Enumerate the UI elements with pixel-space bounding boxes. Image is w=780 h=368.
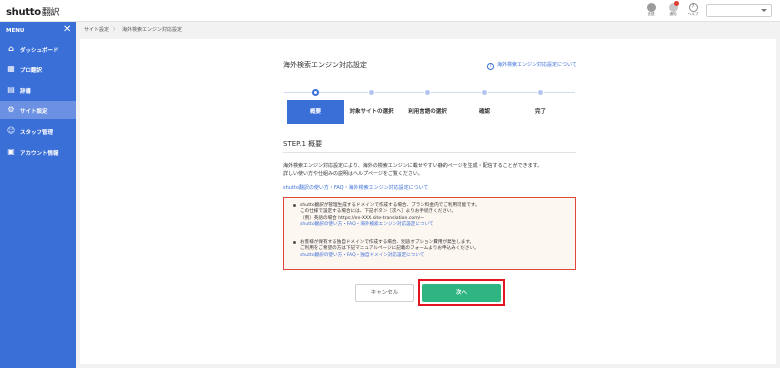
notice-box: shutto翻訳が管理生成するドメインで作成する場合、プラン料金内でご利用可能で… [283,197,576,270]
dictionary-icon: ▤ [7,85,15,94]
help-label: ヘルプ [687,12,699,16]
account-select[interactable] [706,4,772,17]
step-dot-3 [424,89,431,96]
step-dot-5 [537,89,544,96]
sidebar-header: MENU ✕ [0,22,76,40]
bullet-icon [293,204,296,207]
sidebar-item-label: アカウント情報 [20,151,59,157]
notice-text: この仕様で設定する場合には、下記ボタン［次へ］よりお手続きください。 [300,209,457,215]
notice-link-seo-settings[interactable]: shutto翻訳の使い方・FAQ・海外検索エンジン対応設定について [300,222,480,228]
menu-label: MENU [6,28,25,34]
breadcrumb: サイト設定〉海外検索エンジン対応設定 [84,26,182,33]
step-heading: STEP.1 概要 [283,140,323,148]
logo-text: shutto [6,7,41,18]
logo-suffix: 翻訳 [41,8,60,18]
sidebar-item-staff[interactable]: ☺ スタッフ管理 [0,122,76,140]
bell-icon [668,1,679,12]
globe-icon [646,3,656,12]
description-line-1: 海外検索エンジン対応設定により、海外の検索エンジンに載せやすい静的ページを生成・… [283,163,543,169]
sidebar-item-dashboard[interactable]: ⌂ ダッシュボード [0,40,76,58]
breadcrumb-current: 海外検索エンジン対応設定 [122,27,183,33]
notice-item-custom-domain: お客様が保有する独自ドメインで作成する場合、別途オプション費用が発生します。 ご… [293,240,479,259]
chevron-down-icon [761,9,767,12]
next-button[interactable]: 次へ [422,284,501,302]
help-button[interactable]: ? ヘルプ [686,3,700,17]
sidebar-item-label: ダッシュボード [20,48,59,54]
description-line-2: 詳しい使い方や仕組みの説明はヘルプページをご覧ください。 [283,171,423,177]
bullet-icon [293,241,296,244]
sidebar-item-site-settings[interactable]: ⚙ サイト設定 [0,101,76,119]
top-bar: shutto翻訳 言語 通知 ? ヘルプ [0,0,780,22]
sidebar-item-label: スタッフ管理 [20,130,54,136]
help-link[interactable]: ? 海外検索エンジン対応設定について [487,61,577,70]
notice-link-custom-domain[interactable]: shutto翻訳の使い方・FAQ・独自ドメイン対応設定について [300,253,479,259]
dashboard-icon: ⌂ [8,44,14,53]
step-dot-1 [312,89,319,96]
help-icon: ? [688,3,698,12]
pro-translation-icon: ▦ [7,64,15,73]
language-button[interactable]: 言語 [644,3,658,17]
sidebar-item-label: サイト設定 [20,109,48,115]
question-icon: ? [487,63,494,70]
account-icon: ▣ [7,147,15,156]
sidebar-item-pro-translation[interactable]: ▦ プロ翻訳 [0,60,76,78]
faq-link[interactable]: shutto翻訳の使い方・FAQ・海外検索エンジン対応設定について [283,184,428,191]
notification-button[interactable]: 通知 [666,1,680,17]
notification-label: 通知 [669,12,677,16]
notice-text: ご利用をご希望の方は下記マニュアルページに記載のフォームよりお申込みください。 [300,246,479,252]
step-dot-2 [368,89,375,96]
step-dot-4 [481,89,488,96]
staff-icon: ☺ [6,126,16,135]
main-panel: 海外検索エンジン対応設定 ? 海外検索エンジン対応設定について 概要 対象サイトの… [80,39,776,364]
close-icon[interactable]: ✕ [63,24,71,35]
step-select-language: 利用言語の選択 [408,109,447,115]
sidebar-item-account[interactable]: ▣ アカウント情報 [0,143,76,161]
help-link-label: 海外検索エンジン対応設定について [497,62,577,68]
notification-badge [673,1,679,6]
step-description: 海外検索エンジン対応設定により、海外の検索エンジンに載せやすい静的ページを生成・… [283,162,542,178]
step-select-site: 対象サイトの選択 [349,109,394,115]
sidebar-item-label: プロ翻訳 [20,68,43,74]
app-logo[interactable]: shutto翻訳 [6,5,60,18]
sidebar: MENU ✕ ⌂ ダッシュボード ▦ プロ翻訳 ▤ 辞書 ⚙ サイト設定 ☺ ス… [0,22,76,368]
breadcrumb-separator: 〉 [113,27,119,33]
step-overview: 概要 [287,100,344,124]
cancel-button[interactable]: キャンセル [355,284,414,302]
step-confirm: 確認 [478,109,490,115]
divider [283,152,576,153]
sidebar-item-dictionary[interactable]: ▤ 辞書 [0,81,76,99]
notice-item-managed-domain: shutto翻訳が管理生成するドメインで作成する場合、プラン料金内でご利用可能で… [293,203,480,229]
sidebar-item-label: 辞書 [20,89,32,95]
gear-icon: ⚙ [7,105,15,114]
page-title: 海外検索エンジン対応設定 [283,61,367,69]
language-label: 言語 [647,12,655,16]
step-complete: 完了 [534,109,546,115]
breadcrumb-parent[interactable]: サイト設定 [84,27,109,33]
